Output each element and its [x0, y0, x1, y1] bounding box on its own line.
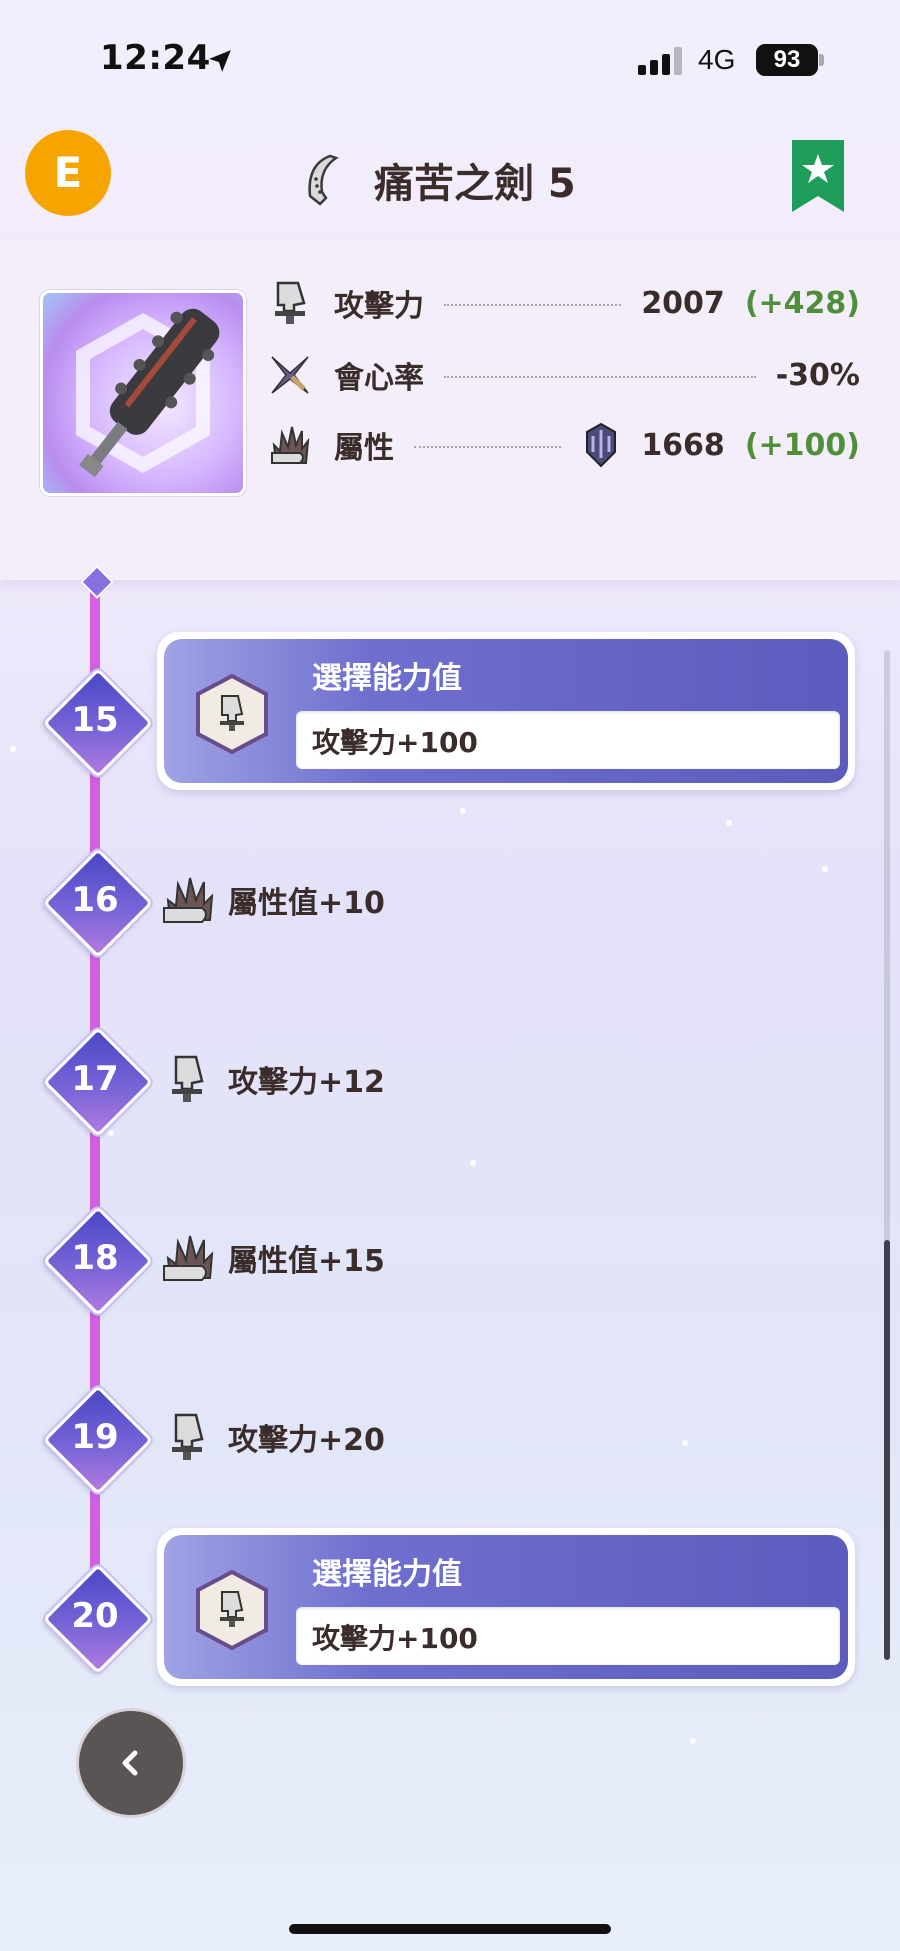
location-arrow-icon	[209, 50, 231, 72]
level-reward-label: 屬性值+10	[228, 886, 385, 921]
status-bar: 12:24 4G 93	[0, 0, 900, 120]
sparkle	[470, 1160, 476, 1166]
choice-value-field[interactable]: 攻擊力+100	[296, 1607, 840, 1665]
attack-blade-icon	[172, 1055, 204, 1102]
choice-card-15[interactable]: 選擇能力值 攻擊力+100	[157, 632, 855, 790]
stat-element-label: 屬性	[334, 431, 394, 466]
level-number: 18	[71, 1238, 119, 1278]
level-reward-16: 屬性值+10	[162, 870, 385, 930]
weapon-image	[40, 290, 246, 496]
affinity-cross-icon	[271, 356, 309, 394]
sparkle	[690, 1738, 696, 1744]
stat-attack-row: 攻擊力 2007 (+428)	[270, 278, 860, 328]
attack-blade-icon	[172, 1413, 204, 1460]
sparkle	[726, 820, 732, 826]
level-reward-label: 屬性值+15	[228, 1244, 385, 1279]
level-reward-17: 攻擊力+12	[162, 1049, 385, 1109]
choice-value: 攻擊力+100	[312, 1622, 478, 1655]
battery-level: 93	[756, 44, 818, 76]
stat-affinity-label: 會心率	[334, 361, 424, 396]
level-reward-label: 攻擊力+12	[228, 1065, 385, 1100]
status-time: 12:24	[100, 38, 211, 78]
dotted-leader	[444, 376, 756, 378]
great-sword-icon	[308, 154, 339, 206]
level-number: 15	[71, 700, 119, 740]
level-marker-19: 19	[42, 1384, 154, 1496]
stat-element-bonus: (+100)	[744, 427, 860, 463]
level-reward-label: 攻擊力+20	[228, 1423, 385, 1458]
cellular-signal-icon	[638, 47, 682, 75]
stat-attack-value: 2007	[641, 285, 725, 321]
level-reward-18: 屬性值+15	[162, 1228, 385, 1288]
stat-attack-label: 攻擊力	[334, 289, 424, 324]
dotted-leader	[414, 446, 562, 448]
choice-title: 選擇能力值	[312, 1557, 462, 1592]
scrollbar-thumb[interactable]	[884, 1240, 890, 1660]
dragon-element-icon	[586, 422, 617, 468]
stat-element-row: 屬性 1668 (+100)	[270, 420, 860, 470]
star-bookmark-icon[interactable]	[792, 140, 844, 212]
sparkle	[460, 808, 466, 814]
choice-card-body: 選擇能力值 攻擊力+100	[164, 639, 848, 783]
network-type: 4G	[698, 44, 736, 75]
choice-card-20[interactable]: 選擇能力值 攻擊力+100	[157, 1528, 855, 1686]
stat-attack-bonus: (+428)	[744, 285, 860, 321]
choice-title: 選擇能力值	[312, 661, 462, 696]
weapon-stats-panel: 攻擊力 2007 (+428) 會心率 -30% 屬性 1668 (+100)	[0, 240, 900, 580]
chevron-left-icon	[122, 1750, 138, 1776]
choice-card-body: 選擇能力值 攻擊力+100	[164, 1535, 848, 1679]
level-marker-16: 16	[42, 847, 154, 959]
attack-hex-icon	[196, 674, 268, 754]
level-number: 19	[71, 1417, 119, 1457]
weapon-art	[76, 308, 220, 478]
element-claw-icon	[163, 877, 214, 923]
choice-value: 攻擊力+100	[312, 726, 478, 759]
level-reward-19: 攻擊力+20	[162, 1407, 385, 1467]
level-marker-17: 17	[42, 1026, 154, 1138]
element-claw-icon	[271, 426, 310, 464]
stat-element-value: 1668	[641, 427, 725, 463]
sparkle	[822, 866, 828, 872]
battery-tip	[819, 54, 824, 66]
stat-affinity-value: -30%	[775, 357, 860, 393]
choice-value-field[interactable]: 攻擊力+100	[296, 711, 840, 769]
level-number: 16	[71, 880, 119, 920]
stat-affinity-row: 會心率 -30%	[270, 350, 860, 400]
sparkle	[682, 1440, 688, 1446]
dotted-leader	[444, 304, 622, 306]
attack-hex-icon	[196, 1570, 268, 1650]
level-marker-18: 18	[42, 1205, 154, 1317]
sparkle	[108, 1130, 114, 1136]
element-claw-icon	[163, 1235, 214, 1281]
sparkle	[10, 746, 16, 752]
attack-blade-icon	[275, 281, 306, 324]
level-marker-20: 20	[42, 1563, 154, 1675]
level-number: 20	[71, 1596, 119, 1636]
page-title-group: 痛苦之劍 5	[300, 150, 576, 210]
level-marker-15: 15	[42, 667, 154, 779]
page-title: 痛苦之劍 5	[374, 161, 576, 207]
level-number: 17	[71, 1059, 119, 1099]
back-button[interactable]	[76, 1708, 186, 1818]
home-indicator[interactable]	[289, 1924, 611, 1934]
rank-badge: E	[25, 130, 111, 216]
